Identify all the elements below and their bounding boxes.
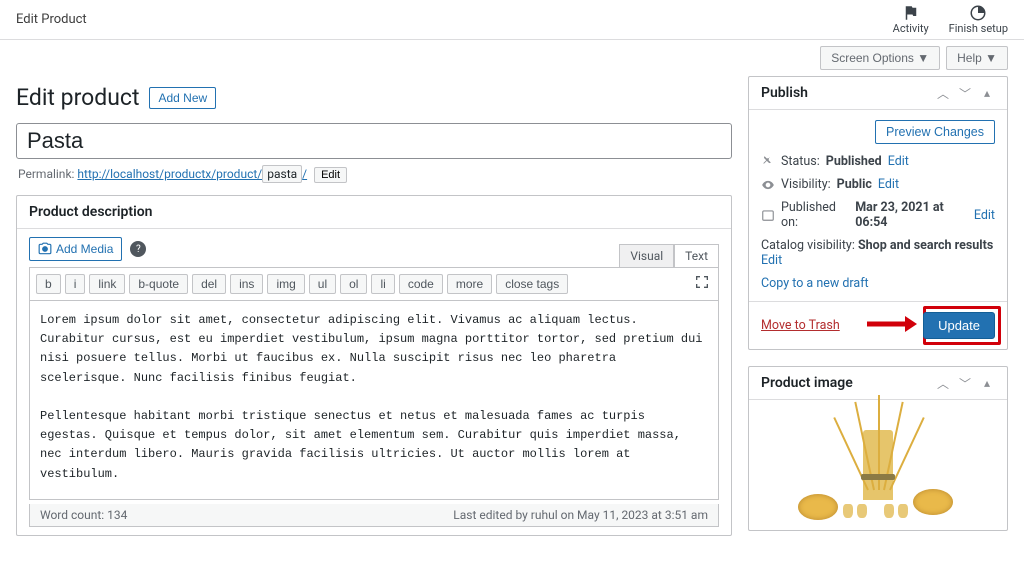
screen-meta-links: Screen Options ▼ Help ▼ [0, 40, 1024, 76]
tab-text[interactable]: Text [674, 244, 719, 267]
qt-link[interactable]: link [89, 274, 125, 294]
last-edited: Last edited by ruhul on May 11, 2023 at … [453, 508, 708, 522]
add-media-button[interactable]: Add Media [29, 237, 122, 261]
help-tooltip-icon[interactable] [130, 241, 146, 257]
move-up-icon[interactable]: ︿ [935, 85, 951, 101]
move-to-trash-link[interactable]: Move to Trash [761, 318, 840, 333]
permalink-url[interactable]: http://localhost/productx/product/pasta/ [77, 167, 307, 181]
permalink-label: Permalink: [18, 167, 74, 181]
top-bar: Edit Product Activity Finish setup [0, 0, 1024, 40]
product-image-thumbnail[interactable] [749, 400, 1007, 530]
move-up-icon[interactable]: ︿ [935, 375, 951, 391]
product-description-title: Product description [29, 204, 152, 220]
qt-more[interactable]: more [447, 274, 492, 294]
visibility-row: Visibility: Public Edit [761, 177, 995, 192]
status-row: Status: Published Edit [761, 154, 995, 169]
pin-icon [761, 155, 775, 169]
product-image-box: Product image ︿ ﹀ ▴ [748, 366, 1008, 531]
product-image-title: Product image [761, 375, 853, 391]
content-textarea[interactable] [29, 300, 719, 500]
move-down-icon[interactable]: ﹀ [957, 85, 973, 101]
activity-button[interactable]: Activity [893, 4, 929, 35]
quicktags-toolbar: b i link b-quote del ins img ul ol li co… [29, 267, 719, 300]
qt-code[interactable]: code [399, 274, 443, 294]
eye-icon [761, 178, 775, 192]
help-toggle[interactable]: Help ▼ [946, 46, 1008, 70]
move-down-icon[interactable]: ﹀ [957, 375, 973, 391]
edit-date-link[interactable]: Edit [974, 208, 995, 223]
annotation-arrow [867, 313, 917, 339]
qt-img[interactable]: img [267, 274, 304, 294]
publish-actions: Move to Trash Update [749, 301, 1007, 349]
collapse-icon[interactable]: ▴ [979, 375, 995, 391]
tab-visual[interactable]: Visual [619, 244, 674, 267]
publish-box: Publish ︿ ﹀ ▴ Preview Changes Status: Pu… [748, 76, 1008, 350]
edit-permalink-button[interactable]: Edit [314, 167, 347, 183]
copy-draft-link[interactable]: Copy to a new draft [761, 276, 869, 291]
update-button[interactable]: Update [923, 312, 995, 339]
finish-setup-button[interactable]: Finish setup [949, 4, 1008, 35]
product-title-input[interactable] [16, 123, 732, 159]
editor-status-bar: Word count: 134 Last edited by ruhul on … [29, 504, 719, 527]
page-title: Edit product [16, 84, 139, 111]
product-description-box: Product description Add Media Visual Tex… [16, 195, 732, 536]
qt-ins[interactable]: ins [230, 274, 263, 294]
fullscreen-toggle[interactable] [694, 274, 710, 294]
word-count: Word count: 134 [40, 508, 127, 522]
qt-del[interactable]: del [192, 274, 226, 294]
collapse-icon[interactable]: ▴ [979, 85, 995, 101]
flag-icon [902, 4, 920, 22]
qt-li[interactable]: li [371, 274, 394, 294]
catalog-visibility-row: Catalog visibility: Shop and search resu… [761, 238, 995, 268]
published-on-row: Published on: Mar 23, 2021 at 06:54 Edit [761, 200, 995, 230]
media-icon [38, 242, 52, 256]
add-new-button[interactable]: Add New [149, 87, 216, 109]
qt-bquote[interactable]: b-quote [129, 274, 188, 294]
qt-ol[interactable]: ol [340, 274, 367, 294]
permalink-row: Permalink: http://localhost/productx/pro… [18, 165, 732, 183]
qt-italic[interactable]: i [65, 274, 86, 294]
editor-mode-tabs: Visual Text [607, 244, 731, 267]
qt-ul[interactable]: ul [309, 274, 336, 294]
progress-circle-icon [969, 4, 987, 22]
qt-bold[interactable]: b [36, 274, 61, 294]
preview-changes-button[interactable]: Preview Changes [875, 120, 995, 144]
edit-catalog-link[interactable]: Edit [761, 253, 782, 268]
screen-options-toggle[interactable]: Screen Options ▼ [820, 46, 940, 70]
pasta-illustration [788, 400, 968, 520]
edit-visibility-link[interactable]: Edit [878, 177, 899, 192]
publish-box-title: Publish [761, 85, 808, 101]
edit-status-link[interactable]: Edit [888, 154, 909, 169]
qt-close-tags[interactable]: close tags [496, 274, 568, 294]
fullscreen-icon [694, 274, 710, 290]
page-context-title: Edit Product [16, 12, 87, 27]
calendar-icon [761, 208, 775, 222]
